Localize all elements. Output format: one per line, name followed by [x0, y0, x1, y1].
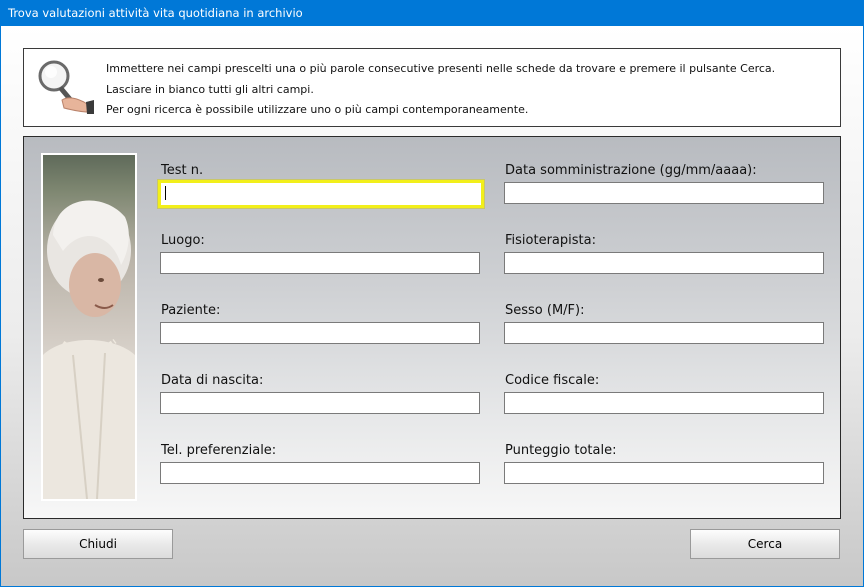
title-bar[interactable]: Trova valutazioni attività vita quotidia… [0, 0, 864, 26]
instructions-text: Immettere nei campi prescelti una o più … [106, 59, 775, 121]
birth-date-label: Data di nascita: [161, 373, 264, 388]
physiotherapist-input[interactable] [504, 252, 824, 274]
instructions-panel: Immettere nei campi prescelti una o più … [23, 48, 841, 127]
place-label: Luogo: [161, 233, 205, 248]
portrait-image [43, 200, 135, 499]
patient-input[interactable] [160, 322, 480, 344]
window-title: Trova valutazioni attività vita quotidia… [8, 6, 303, 20]
administration-date-input[interactable] [504, 182, 824, 204]
close-button[interactable]: Chiudi [23, 529, 173, 559]
window-client-area: Immettere nei campi prescelti una o più … [1, 26, 863, 586]
sex-input[interactable] [504, 322, 824, 344]
test-number-input[interactable] [157, 179, 485, 209]
test-number-label: Test n. [161, 163, 204, 178]
tax-code-input[interactable] [504, 392, 824, 414]
search-button[interactable]: Cerca [690, 529, 840, 559]
instruction-line-2: Lasciare in bianco tutti gli altri campi… [106, 82, 314, 96]
preferred-phone-input[interactable] [160, 462, 480, 484]
total-score-input[interactable] [504, 462, 824, 484]
window: Trova valutazioni attività vita quotidia… [0, 0, 864, 587]
patient-label: Paziente: [161, 303, 221, 318]
total-score-label: Punteggio totale: [505, 443, 617, 458]
search-form-panel: Test n. Luogo: Paziente: Data di nascita… [23, 136, 841, 519]
administration-date-label: Data somministrazione (gg/mm/aaaa): [505, 163, 757, 178]
birth-date-input[interactable] [160, 392, 480, 414]
preferred-phone-label: Tel. preferenziale: [161, 443, 277, 458]
place-input[interactable] [160, 252, 480, 274]
magnifier-hand-icon [38, 60, 94, 114]
sex-label: Sesso (M/F): [505, 303, 585, 318]
elderly-woman-photo [41, 153, 137, 501]
instruction-line-1: Immettere nei campi prescelti una o più … [106, 62, 776, 75]
text-caret [165, 186, 166, 200]
physiotherapist-label: Fisioterapista: [505, 233, 596, 248]
instruction-line-3: Per ogni ricerca è possibile utilizzare … [106, 103, 529, 116]
tax-code-label: Codice fiscale: [505, 373, 600, 388]
